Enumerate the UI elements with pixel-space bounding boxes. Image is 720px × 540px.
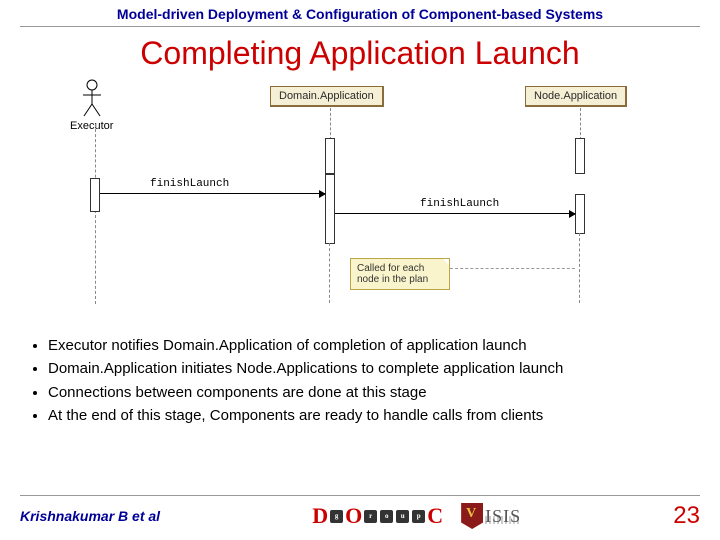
lifeline-node	[580, 108, 581, 140]
slide-header: Model-driven Deployment & Configuration …	[20, 0, 700, 27]
logo-dot: r	[364, 510, 377, 523]
activation-domain-top	[325, 138, 335, 174]
lifeline-domain-tail	[329, 243, 330, 303]
lifeline-node-tail	[579, 233, 580, 303]
note-connector	[450, 268, 575, 269]
stick-figure-icon	[79, 78, 105, 118]
diagram-note: Called for each node in the plan	[350, 258, 450, 290]
list-item: At the end of this stage, Components are…	[48, 406, 690, 426]
sequence-diagram: Executor Domain.Application Node.Applica…	[30, 78, 690, 328]
message-label-1: finishLaunch	[150, 178, 229, 190]
object-node-application: Node.Application	[525, 86, 627, 107]
activation-executor	[90, 178, 100, 212]
logo-letter: O	[345, 503, 362, 529]
activation-node-top	[575, 138, 585, 174]
list-item: Executor notifies Domain.Application of …	[48, 336, 690, 356]
logo-dot: p	[412, 510, 425, 523]
logo-dot: g	[330, 510, 343, 523]
page-number: 23	[673, 502, 700, 530]
message-arrow-2	[335, 213, 575, 214]
doc-group-logo: D g O r o u p C	[312, 503, 443, 529]
object-domain-application: Domain.Application	[270, 86, 384, 107]
isis-text: ISIS	[485, 506, 521, 527]
slide-footer: Krishnakumar B et al D g O r o u p C ISI…	[20, 495, 700, 530]
list-item: Domain.Application initiates Node.Applic…	[48, 359, 690, 379]
footer-logos: D g O r o u p C ISIS	[312, 503, 521, 529]
author-name: Krishnakumar B et al	[20, 508, 160, 524]
isis-logo: ISIS	[461, 503, 521, 529]
actor-executor: Executor	[70, 78, 113, 132]
list-item: Connections between components are done …	[48, 383, 690, 403]
message-arrow-1	[100, 193, 325, 194]
logo-letter: C	[427, 503, 443, 529]
lifeline-domain	[330, 108, 331, 140]
lifeline-executor	[95, 124, 96, 304]
actor-label: Executor	[70, 120, 113, 132]
activation-node-mid	[575, 194, 585, 234]
message-label-2: finishLaunch	[420, 198, 499, 210]
shield-icon	[461, 503, 483, 529]
logo-dot: u	[396, 510, 409, 523]
activation-domain-mid	[325, 174, 335, 244]
bullet-list: Executor notifies Domain.Application of …	[30, 336, 690, 426]
slide-title: Completing Application Launch	[0, 27, 720, 78]
logo-dot: o	[380, 510, 393, 523]
logo-letter: D	[312, 503, 328, 529]
